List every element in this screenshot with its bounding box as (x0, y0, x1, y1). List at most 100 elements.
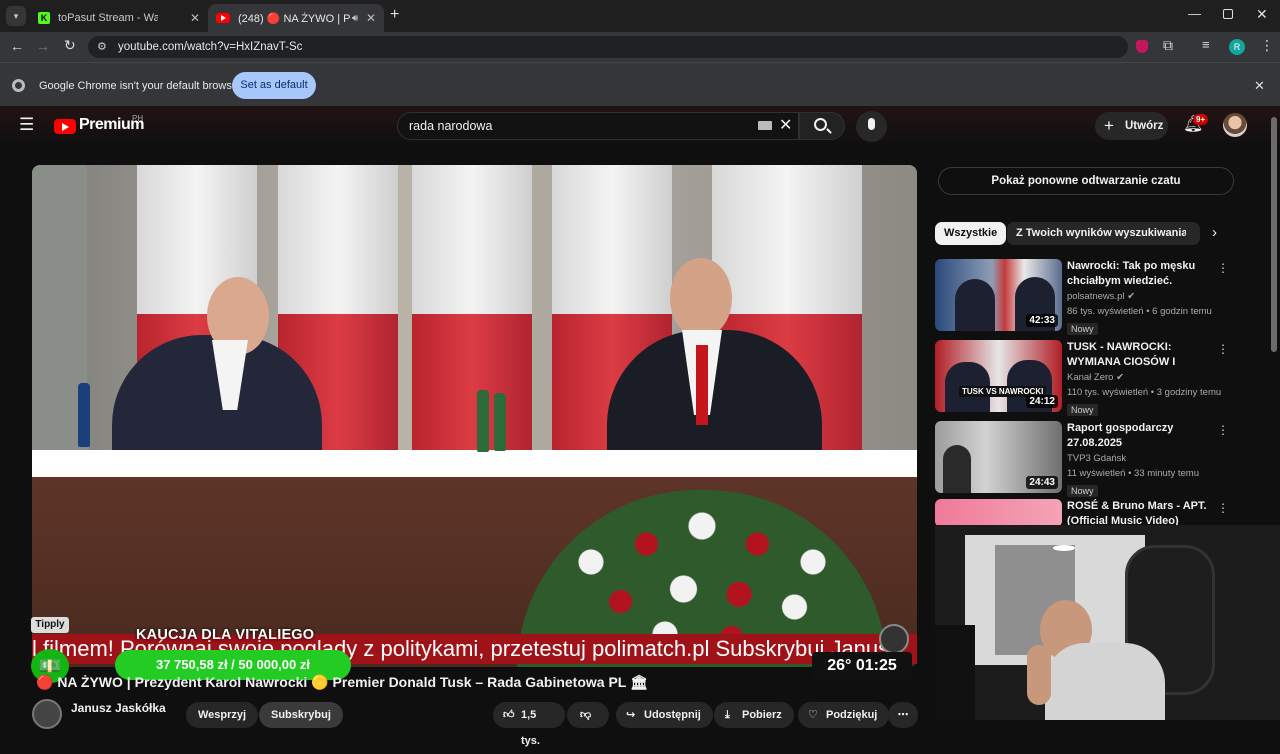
recommendation-stats: 11 wyświetleń • 33 minuty temu (1067, 468, 1199, 479)
video-thumbnail[interactable] (935, 499, 1062, 527)
youtube-icon (216, 13, 230, 23)
close-tab-icon[interactable]: ✕ (190, 11, 200, 25)
create-label: Utwórz (1125, 120, 1164, 132)
thumb-person (943, 445, 971, 493)
voice-search-button[interactable] (856, 111, 887, 142)
share-icon: ↪ (626, 709, 636, 721)
subscribe-button[interactable]: Subskrybuj (259, 702, 343, 728)
keyboard-icon[interactable] (758, 121, 772, 130)
download-button[interactable]: ⤓ Pobierz (714, 702, 794, 728)
chevron-right-icon[interactable]: › (1212, 224, 1217, 241)
clear-search-icon[interactable]: ✕ (779, 115, 792, 135)
webcam-desk-item (935, 625, 975, 720)
flag (412, 165, 532, 495)
video-thumbnail[interactable]: 24:43 (935, 421, 1062, 493)
video-player[interactable] (32, 165, 917, 667)
infobar-message: Google Chrome isn't your default browser (39, 80, 242, 92)
weather-clock: 26° 01:25 (812, 652, 912, 680)
default-browser-infobar: Google Chrome isn't your default browser… (0, 62, 1280, 106)
support-button[interactable]: Wesprzyj (186, 702, 259, 728)
donation-goal-title: KAUCJA DLA VITALIEGO (136, 627, 315, 643)
dislike-button[interactable]: 👎︎ (567, 702, 609, 728)
share-button[interactable]: ↪ Udostępnij (616, 702, 713, 728)
account-avatar[interactable] (1223, 113, 1247, 137)
region-code: PH (132, 114, 144, 123)
share-label: Udostępnij (644, 709, 701, 721)
thanks-icon: ♡ (808, 709, 818, 721)
extension-ublock-icon[interactable] (1136, 40, 1148, 53)
new-tab-button[interactable]: + (390, 6, 399, 24)
video-duration: 42:33 (1026, 314, 1058, 327)
search-input[interactable]: rada narodowa (397, 112, 799, 140)
tab-title: toPasut Stream - Watch Live on (58, 12, 158, 24)
like-count: 1,5 tys. (521, 709, 540, 747)
forward-icon[interactable]: → (36, 38, 50, 54)
page-scrollbar[interactable] (1271, 117, 1277, 352)
recommendation-stats: 110 tys. wyświetleń • 3 godziny temu (1067, 387, 1222, 398)
channel-avatar[interactable] (32, 699, 62, 729)
create-button[interactable]: + Utwórz (1095, 112, 1168, 140)
show-chat-replay-button[interactable]: Pokaż ponowne odtwarzanie czatu (938, 167, 1234, 195)
thanks-button[interactable]: ♡ Podziękuj (798, 702, 890, 728)
reload-icon[interactable]: ↻ (64, 37, 76, 54)
minimize-icon[interactable]: — (1188, 6, 1201, 21)
back-icon[interactable]: ← (10, 38, 24, 54)
profile-avatar[interactable]: R (1229, 39, 1245, 55)
video-thumbnail[interactable]: 42:33 (935, 259, 1062, 331)
new-badge: Nowy (1067, 323, 1098, 335)
water-bottle (477, 390, 489, 452)
hamburger-menu-icon[interactable]: ☰ (19, 115, 34, 135)
address-bar[interactable]: ⚙ youtube.com/watch?v=HxIZnavT-Sc (88, 36, 1128, 58)
video-title: 🔴 NA ŻYWO | Prezydent Karol Nawrocki 🟡 P… (36, 674, 648, 690)
chip-all[interactable]: Wszystkie (935, 222, 1007, 245)
speaker-icon[interactable]: 🔊︎ (352, 13, 358, 24)
tab-kick[interactable]: K toPasut Stream - Watch Live on ✕ (30, 4, 208, 32)
recommendation-channel[interactable]: Kanał Zero ✔ (1067, 370, 1219, 385)
new-badge: Nowy (1067, 404, 1098, 416)
media-controls-icon[interactable]: ≡ (1202, 37, 1210, 52)
tab-youtube[interactable]: (248) 🔴 NA ŻYWO | Prezy 🔊︎ ✕ (208, 4, 384, 32)
donation-amount: 37 750,58 zł / 50 000,00 zł (156, 657, 310, 672)
recommendation-item[interactable]: 42:33 Nawrocki: Tak po męsku chciałbym w… (935, 259, 1229, 335)
recommendation-title[interactable]: TUSK - NAWROCKI: WYMIANA CIOSÓW I UPRZEJ… (1067, 340, 1219, 370)
recommendation-item[interactable]: 24:43 Raport gospodarczy 27.08.2025 TVP3… (935, 421, 1229, 497)
recommendation-channel[interactable]: polsatnews.pl ✔ (1067, 289, 1219, 304)
thumb-person (955, 279, 995, 331)
chip-more[interactable] (1186, 222, 1200, 245)
webcam-person-arm (1027, 645, 1051, 705)
infobar-close-icon[interactable]: ✕ (1254, 78, 1265, 94)
thumbs-up-icon: 👍︎ (503, 709, 515, 721)
set-as-default-button[interactable]: Set as default (232, 72, 316, 99)
channel-name[interactable]: Janusz Jaskółka (71, 701, 166, 715)
restore-icon[interactable] (1223, 9, 1233, 19)
person-right-tie (696, 345, 708, 425)
youtube-logo-icon[interactable] (54, 119, 76, 134)
site-info-icon[interactable]: ⚙ (97, 36, 107, 58)
chrome-menu-icon[interactable]: ⋮ (1260, 37, 1274, 54)
like-button[interactable]: 👍︎ 1,5 tys. (493, 702, 565, 747)
extensions-puzzle-icon[interactable]: ⧉ (1163, 37, 1173, 54)
more-options-icon[interactable]: ⋮ (1217, 423, 1229, 437)
more-options-icon[interactable]: ⋮ (1217, 342, 1229, 356)
chip-from-search[interactable]: Z Twoich wyników wyszukiwania (1007, 222, 1197, 245)
close-window-icon[interactable]: ✕ (1256, 6, 1268, 23)
webcam-person-body (1045, 643, 1165, 720)
kick-icon: K (38, 12, 50, 24)
more-options-icon[interactable]: ⋮ (1217, 501, 1229, 515)
verified-icon: ✔ (1116, 372, 1125, 383)
search-button[interactable] (799, 112, 845, 140)
microphone-icon (868, 118, 875, 130)
url-text: youtube.com/watch?v=HxIZnavT-Sc (118, 41, 303, 53)
close-tab-icon[interactable]: ✕ (366, 11, 376, 25)
tab-search-button[interactable]: ▾ (6, 6, 26, 26)
video-thumbnail[interactable]: TUSK VS NAWROCKI 24:12 (935, 340, 1062, 412)
person-right-head (670, 258, 732, 338)
recommendation-item[interactable]: TUSK VS NAWROCKI 24:12 TUSK - NAWROCKI: … (935, 340, 1229, 416)
more-actions-button[interactable]: ⋯ (888, 702, 918, 728)
thumbs-down-icon: 👎︎ (580, 709, 592, 721)
more-options-icon[interactable]: ⋮ (1217, 261, 1229, 275)
recommendation-title[interactable]: Nawrocki: Tak po męsku chciałbym wiedzie… (1067, 259, 1219, 289)
recommendation-channel[interactable]: TVP3 Gdańsk (1067, 451, 1219, 466)
recommendation-title[interactable]: Raport gospodarczy 27.08.2025 (1067, 421, 1219, 451)
recommendation-stats: 86 tys. wyświetleń • 6 godzin temu (1067, 306, 1212, 317)
